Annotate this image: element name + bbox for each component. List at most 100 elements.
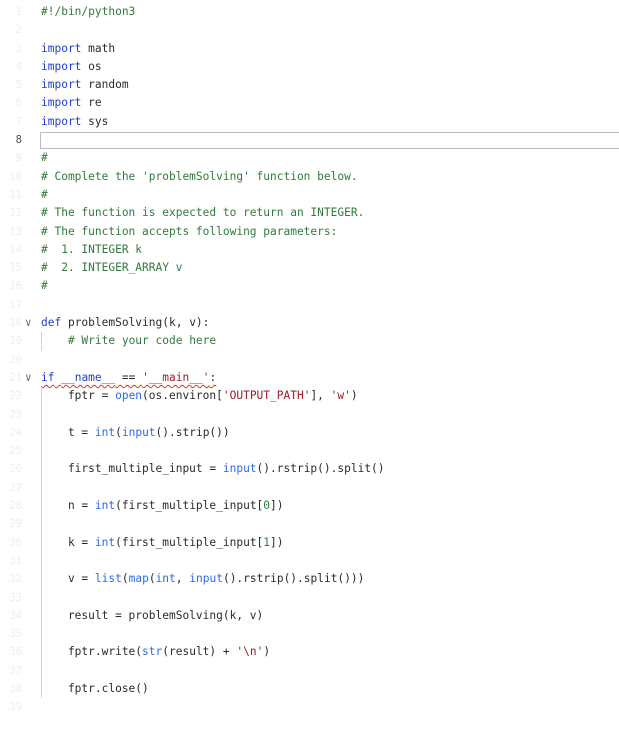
code-token: ( [148,572,156,586]
code-text: if __name__ == '__main__': [41,369,216,387]
fold-chevron-icon[interactable]: ∨ [25,369,32,387]
code-token: result = problemSolving(k, v) [41,608,264,622]
line-number: 29 [9,518,22,531]
code-text: k = int(first_multiple_input[1]) [41,534,284,552]
line-number: 6 [15,97,22,110]
code-line[interactable]: 4 import os [0,58,619,76]
line-number: 21 [9,371,22,384]
code-line[interactable]: 6 import re [0,94,619,112]
line-number: 36 [9,646,22,659]
code-token: map [128,572,149,586]
code-line[interactable]: 36 fptr.write(str(result) + '\n') [0,643,619,661]
code-line[interactable]: 39 [0,698,619,716]
code-line[interactable]: 14 # 1. INTEGER k [0,241,619,259]
code-line[interactable]: 22 fptr = open(os.environ['OUTPUT_PATH']… [0,387,619,405]
code-line[interactable]: 23 [0,406,619,424]
code-line[interactable]: 9 # [0,149,619,167]
code-line[interactable]: 7 import sys [0,113,619,131]
code-token: ( [121,572,129,586]
line-number: 27 [9,481,22,494]
code-line[interactable]: 25 [0,442,619,460]
code-line[interactable]: 30 k = int(first_multiple_input[1]) [0,534,619,552]
code-line[interactable]: 16 # [0,277,619,295]
code-line[interactable]: 31 [0,552,619,570]
code-line[interactable]: 11 # [0,186,619,204]
code-token: str [142,645,163,659]
code-text: import sys [41,113,108,131]
code-token: # [41,187,48,201]
code-text: t = int(input().strip()) [41,424,230,442]
code-line[interactable]: 15 # 2. INTEGER_ARRAY v [0,259,619,277]
code-token: sys [81,114,109,128]
code-line[interactable]: 26 first_multiple_input = input().rstrip… [0,460,619,478]
code-line[interactable]: 17 [0,296,619,314]
code-line[interactable]: 5 import random [0,76,619,94]
code-token: == [115,370,143,384]
code-token: (first_multiple_input[ [115,499,264,513]
code-line[interactable]: 33 [0,589,619,607]
code-line[interactable]: 1 #!/bin/python3 [0,3,619,21]
line-number: 5 [15,79,22,92]
line-number: 3 [15,42,22,55]
code-text: # The function is expected to return an … [41,204,364,222]
fold-chevron-icon[interactable]: ∨ [25,314,32,332]
line-number: 18 [9,317,22,330]
code-line[interactable]: 8 [0,131,619,150]
code-line[interactable]: 32 v = list(map(int, input().rstrip().sp… [0,570,619,588]
code-token: , [175,572,190,586]
code-token: math [81,41,116,55]
line-number: 26 [9,463,22,476]
code-line[interactable]: 29 [0,515,619,533]
line-number: 15 [9,262,22,275]
line-number: 31 [9,554,22,567]
code-text: # Complete the 'problemSolving' function… [41,168,358,186]
code-text: # Write your code here [41,332,216,350]
line-number: 25 [9,445,22,458]
code-line[interactable]: 37 [0,662,619,680]
line-number: 35 [9,628,22,641]
code-line[interactable]: 12 # The function is expected to return a… [0,204,619,222]
code-token: fptr = [41,389,116,403]
code-line[interactable]: 19 # Write your code here [0,332,619,350]
code-token: # Complete the 'problemSolving' function… [41,169,358,183]
code-token: ().rstrip().split())) [222,572,365,586]
code-line[interactable]: 10 # Complete the 'problemSolving' functi… [0,168,619,186]
line-number: 1 [15,6,22,18]
code-text: fptr.close() [41,680,149,698]
code-line[interactable]: 28 n = int(first_multiple_input[0]) [0,497,619,515]
code-token: (first_multiple_input[ [115,535,264,549]
code-line[interactable]: 35 [0,625,619,643]
code-token: # [41,279,48,293]
code-token: os [81,59,102,73]
code-line[interactable]: 20 [0,351,619,369]
line-number: 38 [9,682,22,695]
code-line[interactable]: 13 # The function accepts following param… [0,223,619,241]
code-editor[interactable]: 1 #!/bin/python3 2 3 import math 4 import os 5 i… [0,3,619,717]
code-token: # The function is expected to return an … [41,206,365,220]
code-text: # [41,277,48,295]
code-text: import re [41,94,102,112]
code-token: input [222,462,257,476]
code-token: ().strip()) [155,425,230,439]
code-line[interactable]: 21 ∨ if __name__ == '__main__': [0,369,619,387]
line-number: 37 [9,664,22,677]
code-line[interactable]: 27 [0,479,619,497]
code-token: 'w' [330,389,351,403]
code-text: fptr.write(str(result) + '\n') [41,643,270,661]
line-number: 17 [9,298,22,311]
code-line[interactable]: 34 result = problemSolving(k, v) [0,607,619,625]
line-number: 8 [15,134,22,147]
code-line[interactable]: 38 fptr.close() [0,680,619,698]
code-text: n = int(first_multiple_input[0]) [41,497,284,515]
code-token: : [209,370,217,384]
code-token: int [94,535,116,549]
code-line[interactable]: 2 [0,21,619,39]
code-token: int [94,425,116,439]
code-token: '__main__' [142,370,210,384]
code-line[interactable]: 24 t = int(input().strip()) [0,424,619,442]
code-line[interactable]: 18 ∨ def problemSolving(k, v): [0,314,619,332]
line-number: 32 [9,573,22,586]
code-line[interactable]: 3 import math [0,40,619,58]
code-token: t = [41,425,95,439]
